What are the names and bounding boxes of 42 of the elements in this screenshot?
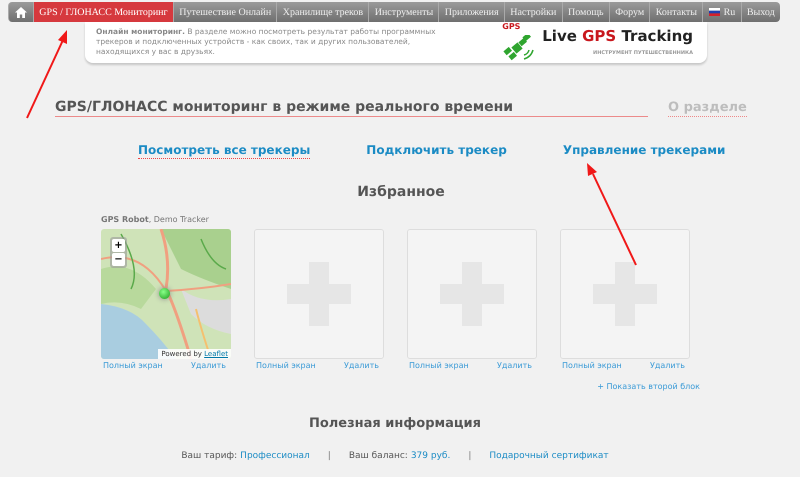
home-button[interactable] xyxy=(8,2,33,22)
section-heading: Полезная информация xyxy=(308,416,482,432)
empty-slot[interactable] xyxy=(560,229,690,359)
remove-link[interactable]: Удалить xyxy=(344,360,379,371)
info-label: Ваш тариф: xyxy=(181,450,238,462)
nav-tab[interactable]: Помощь xyxy=(562,2,609,22)
nav-tab[interactable]: Приложения xyxy=(438,2,504,22)
flag-icon xyxy=(708,8,720,16)
nav-tab[interactable]: Ru xyxy=(702,2,741,22)
action-link[interactable]: Управление трекерами xyxy=(562,143,726,159)
page-title: GPS/ГЛОНАСС мониторинг в режиме реального времени xyxy=(55,99,648,117)
nav-tab[interactable]: GPS / ГЛОНАСС Мониторинг xyxy=(33,2,173,22)
home-icon xyxy=(15,6,27,18)
tracker-label: GPS Robot, Demo Tracker xyxy=(101,214,209,226)
fullscreen-link[interactable]: Полный экран xyxy=(103,360,163,371)
nav-tab[interactable]: Выход xyxy=(740,2,780,22)
separator: | xyxy=(468,450,472,462)
fullscreen-link[interactable]: Полный экран xyxy=(562,360,622,371)
nav-tab[interactable]: Форум xyxy=(608,2,650,22)
nav-tab[interactable]: Контакты xyxy=(649,2,702,22)
fullscreen-link[interactable]: Полный экран xyxy=(409,360,469,371)
fullscreen-link[interactable]: Полный экран xyxy=(256,360,316,371)
action-link[interactable]: Посмотреть все трекеры xyxy=(138,143,310,159)
info-label: Ваш баланс: xyxy=(348,450,408,462)
section-heading: Избранное xyxy=(356,183,446,201)
zoom-out-button[interactable]: − xyxy=(112,253,125,266)
show-more-link[interactable]: + Показать второй блок xyxy=(597,381,700,392)
plus-icon xyxy=(593,262,657,326)
info-link[interactable]: Профессионал xyxy=(240,450,310,462)
action-link[interactable]: Подключить трекер xyxy=(366,143,507,159)
remove-link[interactable]: Удалить xyxy=(191,360,226,371)
info-link[interactable]: 379 руб. xyxy=(410,450,450,462)
nav-tab[interactable]: Хранилище треков xyxy=(276,2,368,22)
logo-title: Live GPS Tracking xyxy=(542,26,693,46)
gift-link[interactable]: Подарочный сертификат xyxy=(489,450,609,462)
remove-link[interactable]: Удалить xyxy=(497,360,532,371)
nav-tab[interactable]: Путешествие Онлайн xyxy=(172,2,276,22)
nav-tab[interactable]: Настройки xyxy=(504,2,562,22)
nav-tab[interactable]: Инструменты xyxy=(368,2,438,22)
separator: | xyxy=(328,450,331,462)
zoom-in-button[interactable]: + xyxy=(112,239,125,252)
remove-link[interactable]: Удалить xyxy=(650,360,685,371)
